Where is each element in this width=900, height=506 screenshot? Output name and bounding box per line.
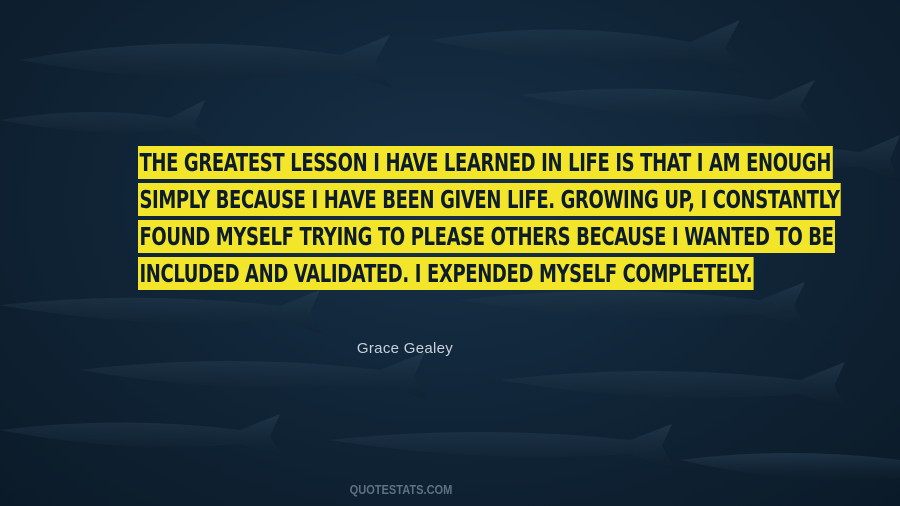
- fish-shape: [500, 362, 848, 410]
- fish-shape: [80, 352, 428, 400]
- site-watermark: QUOTESTATS.COM: [349, 482, 453, 497]
- fish-shape: [0, 290, 322, 334]
- quote-line: FOUND MYSELF TRYING TO PLEASE OTHERS BEC…: [138, 220, 836, 253]
- fish-shape: [0, 414, 282, 458]
- quote-line: THE GREATEST LESSON I HAVE LEARNED IN LI…: [138, 146, 833, 179]
- fish-shape: [520, 80, 818, 130]
- quote-line: INCLUDED AND VALIDATED. I EXPENDED MYSEL…: [138, 257, 754, 290]
- quote-text: THE GREATEST LESSON I HAVE LEARNED IN LI…: [138, 146, 842, 294]
- fish-shape: [680, 453, 900, 480]
- fish-shape: [0, 100, 208, 146]
- quote-line: SIMPLY BECAUSE I HAVE BEEN GIVEN LIFE. G…: [138, 183, 842, 216]
- fish-shape: [430, 20, 745, 74]
- quote-author: Grace Gealey: [356, 340, 454, 357]
- fish-shape: [20, 35, 392, 88]
- fish-shape: [330, 424, 675, 470]
- quote-image: THE GREATEST LESSON I HAVE LEARNED IN LI…: [0, 0, 900, 506]
